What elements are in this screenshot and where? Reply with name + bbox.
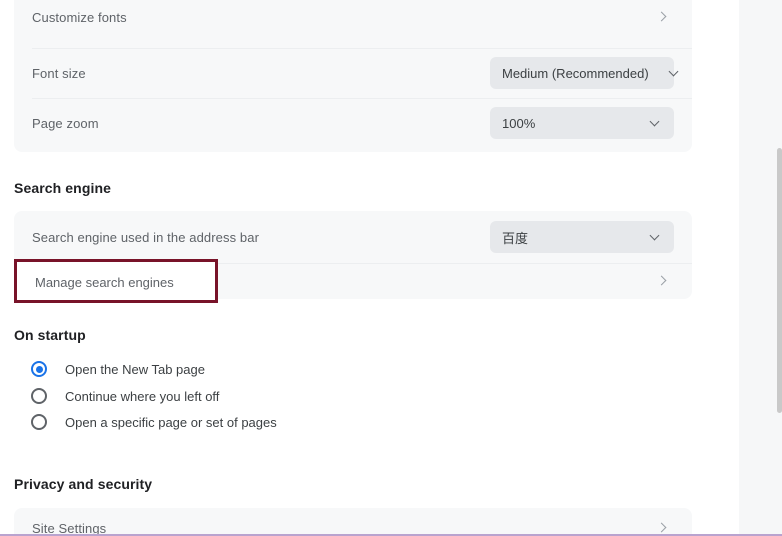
radio-option-new-tab-page[interactable]: Open the New Tab page bbox=[14, 355, 614, 383]
row-label-page-zoom: Page zoom bbox=[32, 115, 99, 131]
radio-option-continue-where-left-off[interactable]: Continue where you left off bbox=[14, 383, 614, 409]
page-zoom-value: 100% bbox=[502, 115, 536, 131]
radio-label-specific-page: Open a specific page or set of pages bbox=[65, 414, 277, 430]
row-label-customize-fonts: Customize fonts bbox=[32, 9, 127, 25]
right-gutter bbox=[739, 0, 782, 536]
row-page-zoom[interactable]: Page zoom 100% bbox=[14, 98, 692, 148]
row-font-size[interactable]: Font size Medium (Recommended) bbox=[14, 48, 692, 98]
search-engine-value: 百度 bbox=[502, 230, 529, 246]
chevron-right-icon[interactable] bbox=[654, 9, 670, 25]
section-heading-search-engine: Search engine bbox=[14, 180, 112, 196]
radio-label-continue-where-left-off: Continue where you left off bbox=[65, 388, 220, 404]
row-search-engine-address-bar[interactable]: Search engine used in the address bar 百度 bbox=[14, 211, 692, 263]
page-scrollbar[interactable] bbox=[777, 0, 782, 536]
scrollbar-thumb[interactable] bbox=[777, 148, 782, 413]
font-size-value: Medium (Recommended) bbox=[502, 65, 649, 81]
privacy-settings-card: Site Settings bbox=[14, 508, 692, 536]
settings-content-pane: Customize fonts Font size Medium (Recomm… bbox=[0, 0, 739, 536]
highlight-box-manage-search-engines[interactable]: Manage search engines bbox=[14, 259, 218, 303]
settings-viewport: Customize fonts Font size Medium (Recomm… bbox=[0, 0, 782, 536]
chevron-right-icon[interactable] bbox=[654, 273, 670, 289]
chevron-down-icon bbox=[667, 66, 681, 80]
chevron-down-icon bbox=[648, 116, 662, 130]
on-startup-radio-group: Open the New Tab page Continue where you… bbox=[14, 355, 614, 435]
radio-icon-unselected[interactable] bbox=[31, 388, 47, 404]
row-customize-fonts[interactable]: Customize fonts bbox=[14, 0, 692, 48]
highlight-label-manage-search-engines: Manage search engines bbox=[35, 275, 174, 290]
chevron-down-icon bbox=[648, 230, 662, 244]
row-site-settings[interactable]: Site Settings bbox=[14, 508, 692, 536]
row-label-search-engine-address-bar: Search engine used in the address bar bbox=[32, 229, 260, 245]
appearance-settings-card: Customize fonts Font size Medium (Recomm… bbox=[14, 0, 692, 152]
page-zoom-dropdown[interactable]: 100% bbox=[490, 107, 674, 139]
font-size-dropdown[interactable]: Medium (Recommended) bbox=[490, 57, 674, 89]
radio-option-specific-page[interactable]: Open a specific page or set of pages bbox=[14, 409, 614, 435]
radio-icon-selected[interactable] bbox=[31, 361, 47, 377]
row-label-font-size: Font size bbox=[32, 65, 86, 81]
radio-icon-unselected[interactable] bbox=[31, 414, 47, 430]
section-heading-on-startup: On startup bbox=[14, 327, 86, 343]
search-engine-dropdown[interactable]: 百度 bbox=[490, 221, 674, 253]
radio-label-new-tab-page: Open the New Tab page bbox=[65, 361, 205, 377]
section-heading-privacy-and-security: Privacy and security bbox=[14, 476, 153, 492]
